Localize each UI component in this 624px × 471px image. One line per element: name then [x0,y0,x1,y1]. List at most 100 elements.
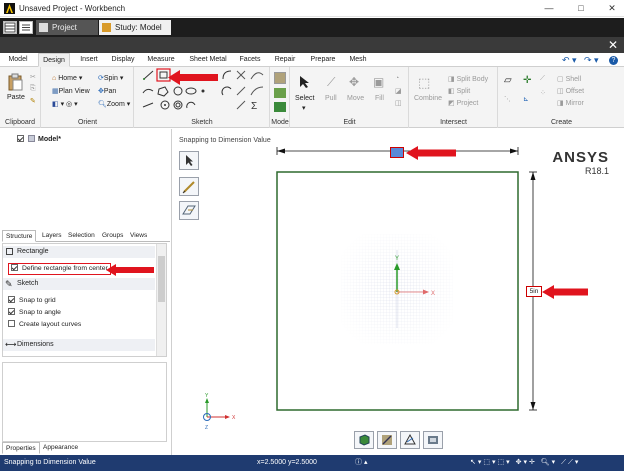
shell-button[interactable]: ▢ Shell [557,75,581,83]
plan-view-button[interactable]: ▦Plan View [52,87,90,95]
close-window-button[interactable]: ✕ [605,2,619,14]
redo-button[interactable]: ↷ ▾ [584,55,599,66]
sketch-move-icon[interactable] [236,100,246,110]
split-body-button[interactable]: ◨ Split Body [448,75,488,83]
concentric-icon[interactable] [173,100,183,110]
model-visibility-checkbox[interactable] [17,135,24,142]
fill-button[interactable]: Fill [375,95,384,102]
circle-3pt-icon[interactable] [160,100,170,110]
tab-selection[interactable]: Selection [65,230,98,242]
sketch-mode-toolbar-button[interactable] [377,431,397,449]
offset-button[interactable]: ◫ Offset [557,87,584,95]
point-create-icon[interactable]: ⟋ [540,75,545,83]
layout-icon[interactable] [3,21,17,34]
select-button[interactable]: Select [295,95,314,102]
snap-angle-checkbox[interactable] [8,308,15,315]
home-button[interactable]: ⌂ Home ▾ [52,74,82,82]
cut-icon[interactable]: ✂ [30,73,36,81]
rectangle-section-header[interactable]: Rectangle [3,246,155,258]
copy-icon[interactable]: ⎘ [30,85,36,93]
point-icon[interactable] [201,89,205,93]
tab-groups[interactable]: Groups [99,230,126,242]
spline-icon[interactable] [142,88,154,94]
tab-insert[interactable]: Insert [75,53,103,67]
offset-curve-icon[interactable] [250,86,264,96]
layout-curves-option[interactable]: Create layout curves [8,320,81,330]
move-icon[interactable]: ✥ [349,75,359,89]
tab-mesh[interactable]: Mesh [345,53,371,67]
minimize-button[interactable]: — [542,2,556,14]
close-icon[interactable]: ✕ [607,37,619,53]
ellipse-icon[interactable] [185,87,197,95]
section-mode-icon[interactable] [274,88,286,98]
list-view-icon[interactable] [19,21,33,34]
options-scrollbar[interactable] [156,244,166,356]
tab-project[interactable]: Project [36,20,98,35]
horizontal-dimension-input[interactable] [390,147,404,158]
tab-study-model[interactable]: Study: Model [99,20,171,35]
sketch-mode-icon[interactable] [274,72,286,84]
tab-design[interactable]: Design [38,53,70,67]
line-tool-icon[interactable] [143,70,154,80]
pull-button[interactable]: Pull [325,95,337,102]
define-from-center-checkbox[interactable] [11,264,18,271]
select-icon[interactable] [298,75,312,89]
section-view-button[interactable] [400,431,420,449]
tab-model[interactable]: Model [4,53,32,67]
view-cube-button[interactable]: ◧ ▾ ◎ ▾ [52,100,78,108]
tab-layers[interactable]: Layers [39,230,65,242]
plane-icon[interactable]: ▱ [504,75,512,86]
vertical-dimension-input[interactable]: 5in [526,286,542,297]
zoom-button[interactable]: 🔍︎Zoom ▾ [98,100,130,108]
snap-angle-option[interactable]: Snap to angle [8,308,61,318]
tab-structure[interactable]: Structure [2,230,37,242]
tab-facets[interactable]: Facets [235,53,265,67]
3d-mode-icon[interactable] [274,102,286,112]
dimensions-section-header[interactable]: ⟷ Dimensions [3,339,155,351]
sketch-section-header[interactable]: ✎ Sketch [3,278,155,290]
define-from-center-option[interactable]: Define rectangle from center [8,263,111,275]
coordinate-icon[interactable]: ⊾ [523,95,529,103]
help-button[interactable]: ? [609,56,618,65]
tab-display[interactable]: Display [107,53,139,67]
snap-grid-option[interactable]: Snap to grid [8,296,56,306]
circle-icon[interactable] [173,86,183,96]
fill-icon[interactable]: ▣ [373,75,384,89]
combine-button[interactable]: Combine [414,95,442,102]
polygon-icon[interactable] [157,86,169,97]
arc-icon[interactable] [221,86,232,96]
tab-properties[interactable]: Properties [2,442,40,454]
mirror-button[interactable]: ◨ Mirror [557,99,584,107]
tab-prepare[interactable]: Prepare [305,53,341,67]
pan-button[interactable]: ✥Pan [98,87,116,95]
snap-grid-checkbox[interactable] [8,296,15,303]
three-point-icon[interactable] [142,102,154,108]
maximize-button[interactable]: □ [574,2,588,14]
pull-icon[interactable]: ⟋ [327,75,335,90]
axis-icon[interactable]: ✛ [523,75,531,86]
project-curve-icon[interactable]: Σ [251,101,257,112]
status-info-icon[interactable]: ⓘ ▴ [355,455,367,471]
tab-repair[interactable]: Repair [270,53,300,67]
split-button[interactable]: ◧ Split [448,87,470,95]
paste-button[interactable] [6,73,24,93]
blend-icon[interactable]: ◔ [395,75,399,82]
trim-icon[interactable] [236,70,246,80]
layout-curves-checkbox[interactable] [8,320,15,327]
tab-views[interactable]: Views [127,230,150,242]
project-button[interactable]: ◩ Project [448,99,478,107]
chamfer-icon[interactable]: ◪ [395,87,402,95]
spin-button[interactable]: ⟳Spin ▾ [98,74,123,82]
status-tool-icons[interactable]: ↖▾⬚▾⬚▾ ✥▾✛ 🔍︎▾ ⟋⟋▾ [470,455,580,471]
tab-sheet-metal[interactable]: Sheet Metal [186,53,230,67]
tab-measure[interactable]: Measure [143,53,179,67]
replace-icon[interactable]: ◫ [395,99,402,107]
move-button[interactable]: Move [347,95,364,102]
extend-icon[interactable] [236,86,246,96]
sweep-arc-icon[interactable] [186,101,196,109]
solid-view-button[interactable] [354,431,374,449]
origin-icon[interactable]: ⋱ [504,95,511,103]
tree-item-model[interactable]: Model* [17,135,61,143]
undo-button[interactable]: ↶ ▾ [562,55,577,66]
bend-icon[interactable] [250,72,264,80]
